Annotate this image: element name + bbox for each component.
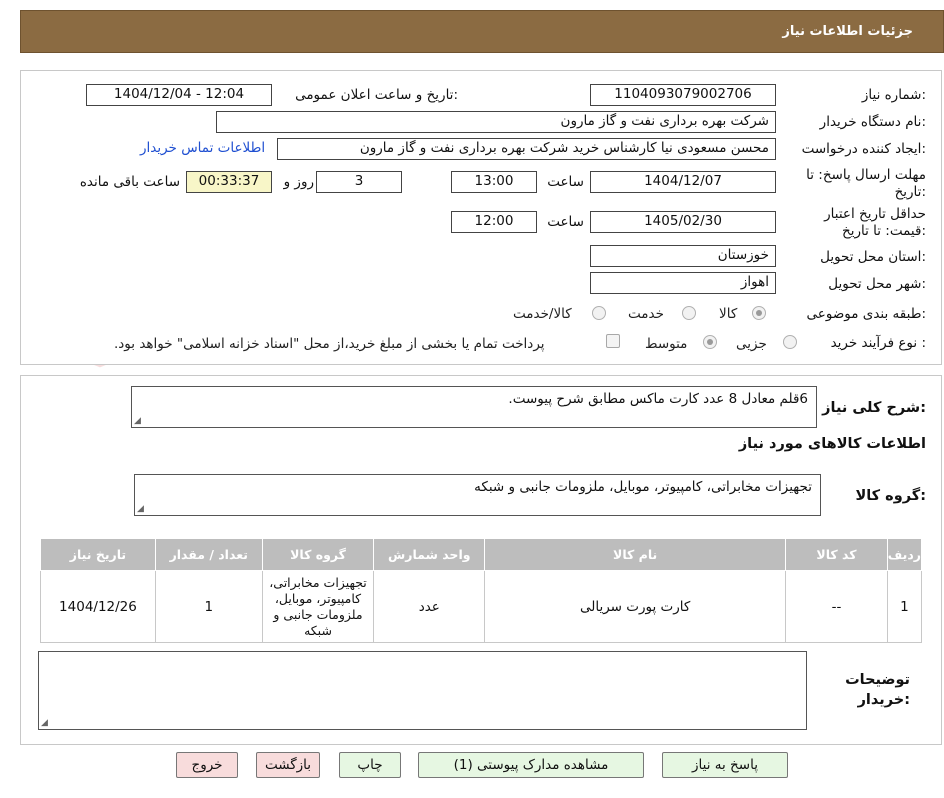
buyer-notes-textarea[interactable]: ◢ [38, 651, 807, 730]
payment-note: پرداخت تمام یا بخشی از مبلغ خرید،از محل … [114, 336, 545, 352]
buyer-org-field[interactable]: شرکت بهره برداری نفت و گاز مارون [216, 111, 776, 133]
category-service-radio[interactable] [682, 306, 696, 320]
cell-row-number: 1 [886, 570, 923, 643]
items-heading: اطلاعات کالاهای مورد نیاز [738, 436, 926, 452]
days-field[interactable]: 3 [316, 171, 402, 193]
province-field[interactable]: خوزستان [590, 245, 776, 267]
category-label: طبقه بندی موضوعی: [806, 306, 926, 322]
deadline-time-label: ساعت [547, 174, 584, 190]
process-minor-radio[interactable] [783, 335, 797, 349]
col-header-row-number: ردیف [886, 538, 923, 571]
process-medium-label: متوسط [645, 336, 688, 352]
creator-label: ایجاد کننده درخواست: [801, 141, 926, 157]
deadline-label-2: تاریخ: [894, 184, 926, 200]
cell-item-name: کارت پورت سریالی [484, 570, 787, 643]
announce-field[interactable]: 1404/12/04 - 12:04 [86, 84, 272, 106]
col-header-unit: واحد شمارش [373, 538, 486, 571]
table-row: 1 -- کارت پورت سریالی عدد تجهیزات مخابرا… [40, 570, 923, 643]
goods-group-text: تجهیزات مخابراتی، کامپیوتر، موبایل، ملزو… [474, 479, 812, 495]
need-number-field[interactable]: 1104093079002706 [590, 84, 776, 106]
days-label: روز و [283, 174, 314, 190]
goods-group-textarea[interactable]: تجهیزات مخابراتی، کامپیوتر، موبایل، ملزو… [134, 474, 821, 516]
resize-grip-icon[interactable]: ◢ [137, 504, 144, 514]
cell-need-date: 1404/12/26 [40, 570, 156, 643]
back-button[interactable]: بازگشت [256, 752, 320, 778]
col-header-group: گروه کالا [261, 538, 375, 571]
category-both-label: کالا/خدمت [513, 306, 572, 322]
reply-button[interactable]: پاسخ به نیاز [662, 752, 788, 778]
province-label: استان محل تحویل: [820, 249, 926, 265]
page-header: جزئیات اطلاعات نیاز [20, 10, 944, 53]
remaining-time-field: 00:33:37 [186, 171, 272, 193]
summary-label: شرح کلی نیاز: [822, 400, 926, 416]
summary-textarea[interactable]: 6قلم معادل 8 عدد کارت ماکس مطابق شرح پیو… [131, 386, 817, 428]
category-both-radio[interactable] [592, 306, 606, 320]
page-title: جزئیات اطلاعات نیاز [782, 24, 913, 39]
exit-button[interactable]: خروج [176, 752, 238, 778]
print-button[interactable]: چاپ [339, 752, 401, 778]
cell-quantity: 1 [154, 570, 263, 643]
validity-label-2: قیمت: تا تاریخ: [841, 223, 926, 239]
creator-field[interactable]: محسن مسعودی نیا کارشناس خرید شرکت بهره ب… [277, 138, 776, 160]
cell-unit: عدد [373, 570, 486, 643]
category-goods-label: کالا [719, 306, 738, 322]
city-field[interactable]: اهواز [590, 272, 776, 294]
validity-time-field[interactable]: 12:00 [451, 211, 537, 233]
goods-group-label: گروه کالا: [855, 488, 926, 504]
category-service-label: خدمت [628, 306, 664, 322]
treasury-payment-checkbox[interactable] [606, 334, 620, 348]
process-medium-radio[interactable] [703, 335, 717, 349]
deadline-date-field[interactable]: 1404/12/07 [590, 171, 776, 193]
validity-date-field[interactable]: 1405/02/30 [590, 211, 776, 233]
city-label: شهر محل تحویل: [828, 276, 926, 292]
remaining-label: ساعت باقی مانده [79, 174, 180, 190]
announce-label: تاریخ و ساعت اعلان عمومی: [295, 87, 458, 103]
col-header-need-date: تاریخ نیاز [40, 538, 156, 571]
view-attachments-button[interactable]: مشاهده مدارک پیوستی (1) [418, 752, 644, 778]
buyer-contact-link[interactable]: اطلاعات تماس خریدار [140, 140, 265, 156]
validity-label: حداقل تاریخ اعتبار [824, 206, 926, 222]
category-goods-radio[interactable] [752, 306, 766, 320]
validity-time-label: ساعت [547, 214, 584, 230]
summary-text: 6قلم معادل 8 عدد کارت ماکس مطابق شرح پیو… [508, 391, 808, 407]
buyer-notes-label-2: خریدار: [857, 692, 910, 708]
col-header-item-name: نام کالا [484, 538, 787, 571]
deadline-time-field[interactable]: 13:00 [451, 171, 537, 193]
table-header-row: ردیف کد کالا نام کالا واحد شمارش گروه کا… [40, 538, 923, 571]
buyer-org-label: نام دستگاه خریدار: [819, 114, 926, 130]
buyer-notes-label: توضیحات [845, 672, 910, 688]
cell-item-code: -- [785, 570, 888, 643]
need-number-label: شماره نیاز: [861, 87, 926, 103]
resize-grip-icon[interactable]: ◢ [134, 416, 141, 426]
items-table: ردیف کد کالا نام کالا واحد شمارش گروه کا… [40, 538, 923, 643]
resize-grip-icon[interactable]: ◢ [41, 718, 48, 728]
process-label: نوع فرآیند خرید : [830, 335, 926, 351]
col-header-item-code: کد کالا [785, 538, 888, 571]
process-minor-label: جزیی [736, 336, 767, 352]
cell-group: تجهیزات مخابراتی، کامپیوتر، موبایل، ملزو… [261, 570, 375, 643]
col-header-quantity: تعداد / مقدار [154, 538, 263, 571]
deadline-label: مهلت ارسال پاسخ: تا [806, 167, 926, 183]
